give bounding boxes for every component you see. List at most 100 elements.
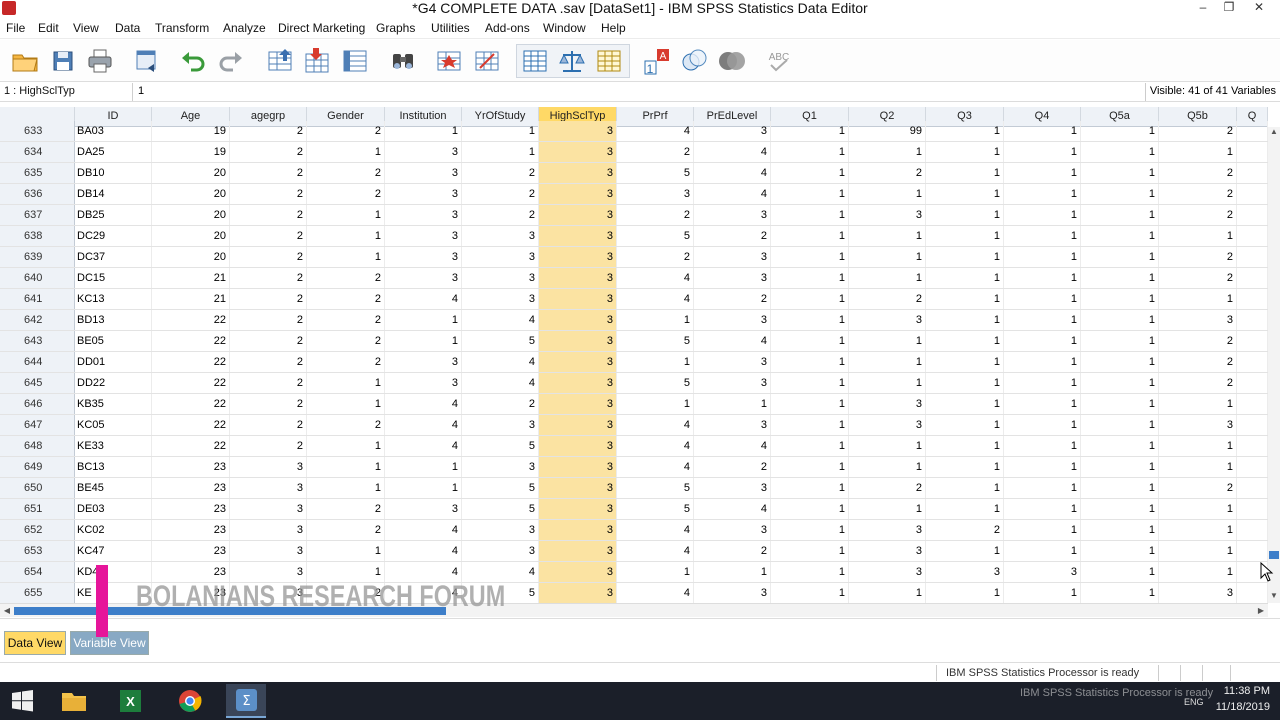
grid-cell[interactable]: 1 [1081,436,1159,456]
grid-cell[interactable]: 1 [1004,415,1081,435]
grid-cell[interactable]: 2 [230,415,307,435]
menu-edit[interactable]: Edit [38,21,59,36]
grid-cell[interactable]: 5 [462,499,539,519]
minimize-button[interactable]: – [1190,0,1216,17]
grid-cell[interactable]: 1 [926,121,1004,141]
grid-cell[interactable]: 23 [152,499,230,519]
scroll-down-icon[interactable]: ▼ [1268,591,1280,603]
grid-cell[interactable]: 1 [1004,520,1081,540]
grid-cell[interactable]: 3 [462,268,539,288]
grid-cell[interactable]: 2 [230,142,307,162]
row-number[interactable]: 638 [0,226,75,246]
grid-cell[interactable]: 2 [307,163,385,183]
grid-cell[interactable]: 2 [1159,121,1237,141]
row-number[interactable]: 646 [0,394,75,414]
grid-cell[interactable]: 21 [152,268,230,288]
grid-cell[interactable]: 2 [307,121,385,141]
grid-cell[interactable]: 1 [1159,394,1237,414]
grid-cell[interactable]: 4 [385,415,462,435]
grid-cell[interactable]: 1 [1159,436,1237,456]
grid-cell[interactable]: 1 [1081,415,1159,435]
grid-cell[interactable]: 3 [462,541,539,561]
row-number[interactable]: 644 [0,352,75,372]
close-button[interactable]: ✕ [1246,0,1272,17]
grid-cell[interactable]: 2 [307,331,385,351]
grid-cell[interactable]: 1 [771,331,849,351]
row-number[interactable]: 642 [0,310,75,330]
grid-cell[interactable]: 3 [539,541,617,561]
grid-cell[interactable]: 2 [462,163,539,183]
grid-cell[interactable]: 4 [617,121,694,141]
grid-cell[interactable]: 1 [926,268,1004,288]
grid-cell[interactable]: 3 [539,289,617,309]
grid-cell[interactable]: 3 [694,415,771,435]
grid-cell[interactable]: 1 [849,184,926,204]
grid-cell[interactable]: 1 [385,457,462,477]
grid-cell[interactable]: 1 [1081,373,1159,393]
grid-cell[interactable]: 4 [617,415,694,435]
row-number[interactable]: 649 [0,457,75,477]
grid-cell[interactable]: 3 [230,457,307,477]
grid-cell[interactable]: 1 [771,520,849,540]
grid-cell[interactable]: 21 [152,289,230,309]
grid-cell[interactable]: 1 [1159,562,1237,582]
grid-cell[interactable]: 4 [617,436,694,456]
grid-cell[interactable]: 1 [1081,478,1159,498]
grid-cell[interactable]: 1 [1004,331,1081,351]
grid-cell[interactable]: DC37 [75,247,152,267]
grid-cell[interactable]: KC02 [75,520,152,540]
row-number[interactable]: 641 [0,289,75,309]
grid-cell[interactable]: DA25 [75,142,152,162]
grid-cell[interactable]: 2 [230,121,307,141]
scroll-left-icon[interactable]: ◀ [0,604,14,617]
grid-cell[interactable]: 1 [307,394,385,414]
grid-cell[interactable] [1237,520,1268,540]
grid-cell[interactable]: 1 [926,457,1004,477]
grid-cell[interactable]: 2 [307,184,385,204]
grid-cell[interactable]: 1 [1004,352,1081,372]
grid-cell[interactable]: 3 [539,583,617,603]
grid-cell[interactable]: 20 [152,163,230,183]
grid-cell[interactable]: 4 [694,163,771,183]
grid-cell[interactable]: 3 [539,184,617,204]
row-number[interactable]: 653 [0,541,75,561]
variables-icon[interactable] [340,46,370,76]
grid-cell[interactable]: 1 [1081,205,1159,225]
grid-cell[interactable]: 4 [462,310,539,330]
grid-cell[interactable]: 3 [385,352,462,372]
grid-cell[interactable]: 3 [230,499,307,519]
grid-cell[interactable]: 3 [1159,415,1237,435]
grid-cell[interactable]: 4 [385,394,462,414]
row-number[interactable]: 636 [0,184,75,204]
grid-cell[interactable]: 1 [694,562,771,582]
grid-cell[interactable]: KC47 [75,541,152,561]
grid-cell[interactable]: 2 [230,205,307,225]
grid-cell[interactable]: 1 [1004,499,1081,519]
vertical-scroll-thumb[interactable] [1269,551,1279,559]
row-number[interactable]: 639 [0,247,75,267]
grid-cell[interactable]: 2 [462,205,539,225]
maximize-button[interactable]: ❐ [1216,0,1242,17]
grid-cell[interactable]: 1 [1159,289,1237,309]
grid-cell[interactable]: DB14 [75,184,152,204]
grid-cell[interactable]: DE03 [75,499,152,519]
select-cases-icon[interactable] [594,46,624,76]
grid-cell[interactable]: 1 [771,142,849,162]
grid-cell[interactable]: 3 [385,268,462,288]
grid-cell[interactable]: 2 [462,184,539,204]
grid-cell[interactable]: 1 [926,373,1004,393]
row-number[interactable]: 648 [0,436,75,456]
grid-cell[interactable]: 1 [926,226,1004,246]
menu-transform[interactable]: Transform [155,21,209,36]
grid-cell[interactable]: 2 [230,436,307,456]
grid-cell[interactable]: 1 [307,541,385,561]
grid-cell[interactable]: 22 [152,436,230,456]
grid-cell[interactable]: 3 [539,352,617,372]
grid-cell[interactable]: KC05 [75,415,152,435]
grid-cell[interactable]: 3 [694,373,771,393]
grid-cell[interactable] [1237,436,1268,456]
grid-cell[interactable]: 1 [771,247,849,267]
grid-cell[interactable] [1237,394,1268,414]
grid-cell[interactable]: 1 [771,163,849,183]
grid-cell[interactable] [1237,268,1268,288]
